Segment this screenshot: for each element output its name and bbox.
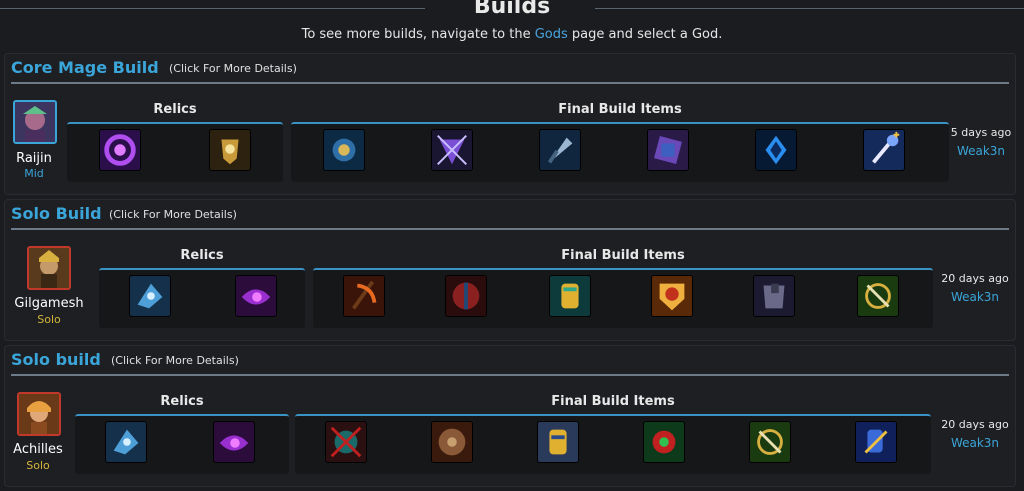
page-title: Builds — [473, 0, 551, 19]
ancile-icon[interactable] — [651, 275, 693, 317]
items-panel — [313, 268, 933, 328]
aegis-amulet-icon[interactable] — [209, 129, 251, 171]
build-author-link[interactable]: Weak3n — [941, 144, 1021, 158]
build-title[interactable]: Solo build — [11, 350, 101, 369]
blink-rune-icon[interactable] — [129, 275, 171, 317]
gods-link[interactable]: Gods — [535, 27, 568, 42]
purification-beads-icon[interactable] — [235, 275, 277, 317]
god-portrait-achilles[interactable] — [17, 392, 61, 436]
build-title[interactable]: Core Mage Build — [11, 58, 159, 77]
build-details-hint[interactable]: (Click For More Details) — [169, 62, 297, 75]
purge-beads-icon[interactable] — [99, 129, 141, 171]
build-date: 20 days ago — [941, 272, 1009, 285]
god-role: Solo — [26, 459, 50, 472]
axe-shield-icon[interactable] — [325, 421, 367, 463]
relics-panel — [99, 268, 305, 328]
gauntlet-icon[interactable] — [549, 275, 591, 317]
relics-panel — [75, 414, 289, 474]
build-card[interactable]: Core Mage Build (Click For More Details)… — [4, 53, 1016, 195]
god-portrait-raijin[interactable] — [13, 100, 57, 144]
shield-icon[interactable] — [445, 275, 487, 317]
soul-gem-icon[interactable] — [431, 129, 473, 171]
sword-buckler-icon[interactable] — [857, 275, 899, 317]
god-name[interactable]: Gilgamesh — [9, 296, 89, 311]
breastplate-icon[interactable] — [753, 275, 795, 317]
god-name[interactable]: Raijin — [0, 151, 74, 166]
blink-rune-icon[interactable] — [105, 421, 147, 463]
god-portrait-gilgamesh[interactable] — [27, 246, 71, 290]
build-details-hint[interactable]: (Click For More Details) — [111, 354, 239, 367]
items-label: Final Build Items — [551, 394, 675, 409]
build-title[interactable]: Solo Build — [11, 204, 102, 223]
items-label: Final Build Items — [558, 102, 682, 117]
build-divider — [11, 228, 1009, 230]
page-subtitle: To see more builds, navigate to the Gods… — [301, 27, 723, 42]
build-card[interactable]: Solo build (Click For More Details) Achi… — [4, 345, 1016, 487]
items-label: Final Build Items — [561, 248, 685, 263]
book-of-thoth-icon[interactable] — [323, 129, 365, 171]
pestilence-icon[interactable] — [643, 421, 685, 463]
build-author-link[interactable]: Weak3n — [935, 290, 1015, 304]
relics-label: Relics — [180, 248, 224, 263]
build-details-hint[interactable]: (Click For More Details) — [109, 208, 237, 221]
god-name[interactable]: Achilles — [0, 442, 78, 457]
scythe-icon[interactable] — [343, 275, 385, 317]
sword-buckler-icon[interactable] — [749, 421, 791, 463]
items-panel — [295, 414, 931, 474]
god-role: Mid — [24, 167, 44, 180]
build-date: 20 days ago — [941, 418, 1009, 431]
god-role: Solo — [37, 313, 61, 326]
relics-panel — [67, 122, 283, 182]
purification-beads-icon[interactable] — [213, 421, 255, 463]
staff-of-myrddin-icon[interactable] — [863, 129, 905, 171]
gauntlet-icon[interactable] — [537, 421, 579, 463]
spear-of-desolation-icon[interactable] — [539, 129, 581, 171]
divine-ruin-icon[interactable] — [755, 129, 797, 171]
build-divider — [11, 374, 1009, 376]
round-shield-icon[interactable] — [431, 421, 473, 463]
items-panel — [291, 122, 949, 182]
obsidian-shard-icon[interactable] — [647, 129, 689, 171]
build-card[interactable]: Solo Build (Click For More Details) Gilg… — [4, 199, 1016, 341]
build-date: 5 days ago — [950, 126, 1012, 139]
build-divider — [11, 82, 1009, 84]
relics-label: Relics — [160, 394, 204, 409]
blue-gauntlet-icon[interactable] — [855, 421, 897, 463]
relics-label: Relics — [153, 102, 197, 117]
build-author-link[interactable]: Weak3n — [935, 436, 1015, 450]
